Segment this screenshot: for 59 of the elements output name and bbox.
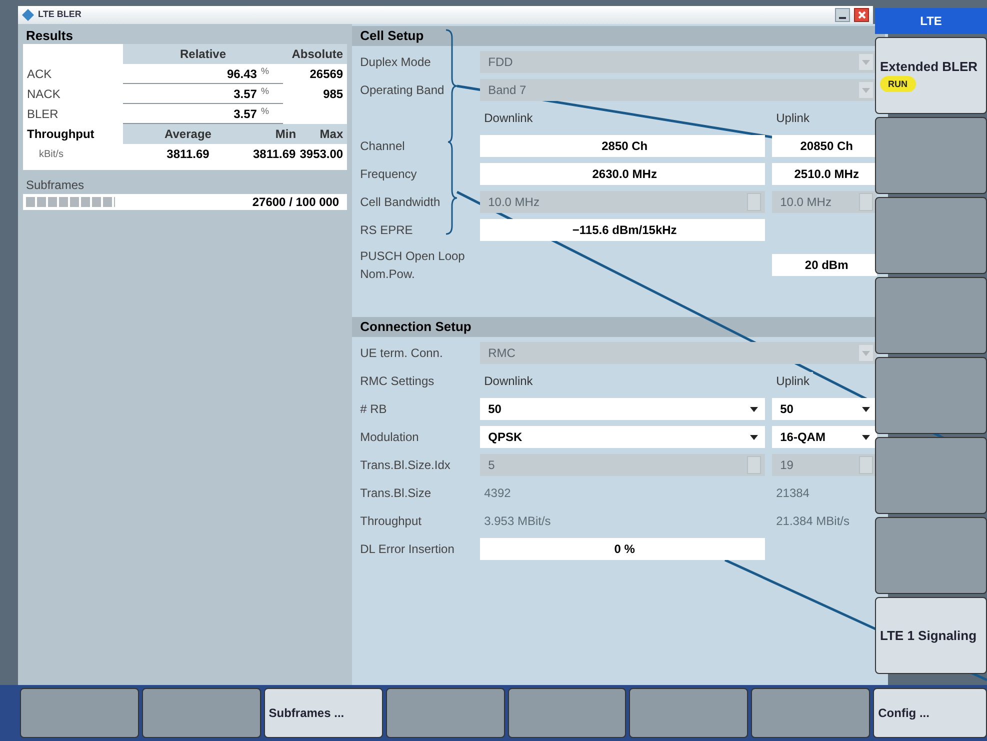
softkey-header: LTE <box>875 8 987 34</box>
spin-icon <box>859 193 874 211</box>
dropdown-field[interactable]: 50 <box>480 398 766 420</box>
window-title: LTE BLER <box>38 8 82 22</box>
caret-icon <box>859 54 874 70</box>
table-cell: 26569 <box>310 67 344 81</box>
softkey[interactable] <box>875 437 987 514</box>
unit-label: % <box>260 64 269 78</box>
input-field[interactable]: −115.6 dBm/15kHz <box>480 219 766 241</box>
dropdown-field[interactable]: 16-QAM <box>772 426 878 448</box>
softkey[interactable] <box>875 357 987 434</box>
softkey[interactable] <box>875 517 987 594</box>
column-header: Max <box>318 126 344 143</box>
softkey[interactable]: LTE 1 Signaling <box>875 597 987 674</box>
spin-icon <box>747 456 762 474</box>
dropdown-field[interactable]: QPSK <box>480 426 766 448</box>
row-label: Throughput <box>26 126 96 143</box>
logo-icon <box>22 9 34 21</box>
softkey[interactable] <box>875 197 987 274</box>
unit-label: % <box>260 104 269 118</box>
softkey[interactable] <box>508 688 626 738</box>
column-header: Absolute <box>290 46 344 63</box>
softkey[interactable] <box>751 688 870 738</box>
row-label: ACK <box>26 66 53 83</box>
close-button[interactable] <box>854 8 869 22</box>
table-cell-text: 3.57 <box>234 86 257 102</box>
table-cell-text: 3953.00 <box>300 146 344 163</box>
table-cell-text: 3.57 <box>234 106 257 122</box>
softkey[interactable] <box>629 688 748 738</box>
row-label: BLER <box>26 106 60 123</box>
column-header: Average <box>164 126 212 143</box>
spin-icon <box>859 456 874 474</box>
column-header: Relative <box>178 46 228 63</box>
section-header: Cell Setup <box>352 26 886 46</box>
table-cell-text: 3811.69 <box>166 146 210 163</box>
softkey[interactable] <box>386 688 504 738</box>
row-label: NACK <box>26 86 62 103</box>
unit-label: % <box>260 84 269 98</box>
softkey[interactable] <box>20 688 139 738</box>
caret-icon <box>859 345 874 361</box>
table-cell-text: 96.43 <box>226 66 257 82</box>
subframes-label: Subframes <box>25 177 86 194</box>
dropdown-field[interactable]: 50 <box>772 398 878 420</box>
close-icon <box>858 11 866 19</box>
minimize-button[interactable] <box>835 8 850 22</box>
table-cell-text: 3811.69 <box>253 146 297 163</box>
input-field[interactable]: 20 dBm <box>772 254 878 276</box>
softkey[interactable] <box>875 277 987 354</box>
row-label: kBit/s <box>38 148 64 162</box>
softkey[interactable]: Config ... <box>873 688 987 738</box>
input-field[interactable]: 0 % <box>480 538 766 560</box>
softkey[interactable]: Subframes ... <box>264 688 383 738</box>
minimize-icon <box>839 17 846 19</box>
progress-reading: 27600 / 100 000 <box>252 194 340 211</box>
section-header: Results <box>25 27 74 44</box>
table-cell: 985 <box>323 87 344 101</box>
column-header: Min <box>274 126 298 143</box>
softkey[interactable] <box>142 688 261 738</box>
spin-icon <box>747 193 762 211</box>
